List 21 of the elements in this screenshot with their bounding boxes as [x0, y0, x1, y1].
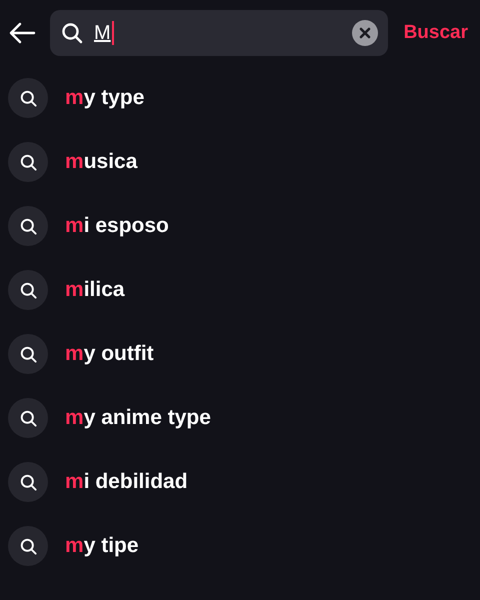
search-icon-circle — [8, 78, 48, 118]
suggestion-item[interactable]: my anime type — [65, 406, 211, 430]
suggestion-item[interactable]: my outfit — [65, 342, 154, 366]
search-icon-circle — [8, 206, 48, 246]
suggestion-item[interactable]: my tipe — [65, 534, 139, 558]
suggestion-item[interactable]: musica — [65, 150, 138, 174]
clear-button[interactable] — [352, 20, 378, 46]
search-icon-circle — [8, 142, 48, 182]
suggestion-item[interactable]: mi esposo — [65, 214, 169, 238]
suggestion-item[interactable]: mi debilidad — [65, 470, 188, 494]
search-icon-circle — [8, 462, 48, 502]
search-icon — [60, 21, 84, 45]
suggestion-item[interactable]: my type — [65, 86, 144, 110]
search-icon-circle — [8, 270, 48, 310]
close-icon — [358, 27, 371, 39]
search-icon-circle — [8, 398, 48, 438]
suggestion-item[interactable]: milica — [65, 278, 125, 302]
search-icon-circle — [8, 526, 48, 566]
search-button[interactable]: Buscar — [400, 22, 472, 44]
search-icon-circle — [8, 334, 48, 374]
search-field[interactable]: M — [50, 10, 388, 56]
